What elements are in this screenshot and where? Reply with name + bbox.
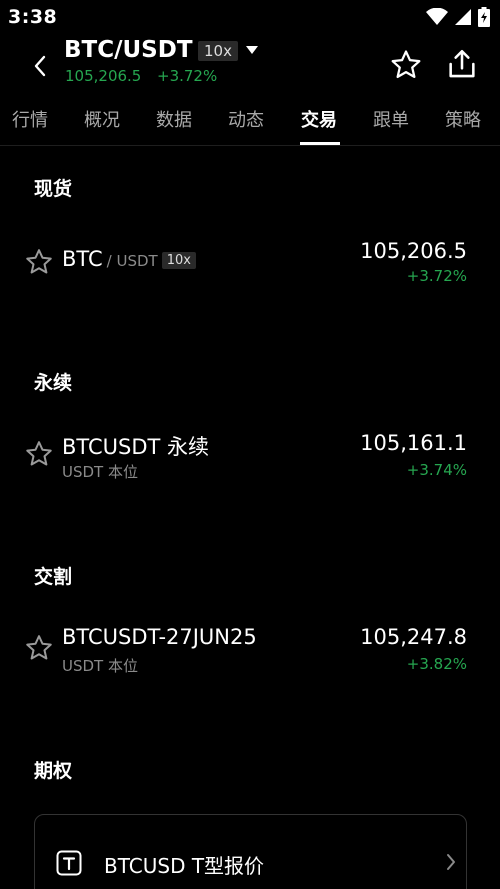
wifi-icon <box>426 8 448 25</box>
tab-strategy[interactable]: 策略 <box>445 106 481 132</box>
back-button[interactable] <box>24 50 56 82</box>
section-title-spot: 现货 <box>34 178 73 200</box>
battery-icon <box>478 7 490 27</box>
leverage-badge: 10x <box>161 252 196 269</box>
spot-quote: / USDT <box>106 252 158 270</box>
signal-icon <box>455 9 471 25</box>
list-item-spot[interactable]: BTC / USDT 10x 105,206.5 +3.72% <box>0 239 500 299</box>
star-icon <box>391 50 421 79</box>
instrument-change: +3.74% <box>406 461 467 479</box>
tab-activity[interactable]: 动态 <box>228 106 264 132</box>
status-icons <box>426 7 490 27</box>
instrument-price: 105,206.5 <box>360 239 467 263</box>
t-quote-icon <box>56 850 82 876</box>
tab-market[interactable]: 行情 <box>12 106 48 132</box>
favorite-button[interactable] <box>389 48 423 82</box>
section-title-options: 期权 <box>34 760 73 782</box>
list-item-perpetual[interactable]: BTCUSDT 永续 USDT 本位 105,161.1 +3.74% <box>0 431 500 491</box>
header: BTC/USDT 10x 105,206.5 +3.72% <box>0 34 500 92</box>
star-icon[interactable] <box>24 439 54 469</box>
options-card-label: BTCUSD T型报价 <box>104 854 265 878</box>
instrument-change: +3.72% <box>406 267 467 285</box>
instrument-name: BTC / USDT 10x <box>62 247 196 271</box>
tab-trade[interactable]: 交易 <box>301 106 337 132</box>
instrument-name: BTCUSDT 永续 <box>62 435 210 459</box>
header-change: +3.72% <box>157 67 218 85</box>
instrument-name: BTCUSDT-27JUN25 <box>62 625 257 649</box>
caret-down-icon[interactable] <box>246 46 258 55</box>
header-price: 105,206.5 <box>65 67 142 85</box>
tab-overview[interactable]: 概况 <box>84 106 120 132</box>
star-icon[interactable] <box>24 247 54 277</box>
share-button[interactable] <box>445 47 479 81</box>
instrument-subtitle: USDT 本位 <box>62 463 138 481</box>
chevron-right-icon <box>447 854 455 870</box>
active-tab-indicator <box>300 142 340 145</box>
spot-base: BTC <box>62 247 103 271</box>
instrument-price: 105,161.1 <box>360 431 467 455</box>
tab-bar: 行情 概况 数据 动态 交易 跟单 策略 <box>0 92 500 146</box>
instrument-subtitle: USDT 本位 <box>62 657 138 675</box>
share-icon <box>449 49 475 78</box>
list-item-delivery[interactable]: BTCUSDT-27JUN25 USDT 本位 105,247.8 +3.82% <box>0 625 500 685</box>
leverage-badge: 10x <box>198 41 238 61</box>
star-icon[interactable] <box>24 633 54 663</box>
section-title-perpetual: 永续 <box>34 372 73 394</box>
status-time: 3:38 <box>8 6 58 28</box>
status-bar: 3:38 <box>0 0 500 34</box>
tab-copy-trading[interactable]: 跟单 <box>373 106 409 132</box>
chevron-left-icon <box>34 55 46 77</box>
tab-data[interactable]: 数据 <box>156 106 192 132</box>
instrument-price: 105,247.8 <box>360 625 467 649</box>
options-t-quote-card[interactable]: BTCUSD T型报价 <box>34 814 467 889</box>
instrument-change: +3.82% <box>406 655 467 673</box>
pair-title[interactable]: BTC/USDT <box>64 37 193 63</box>
section-title-delivery: 交割 <box>34 566 73 588</box>
